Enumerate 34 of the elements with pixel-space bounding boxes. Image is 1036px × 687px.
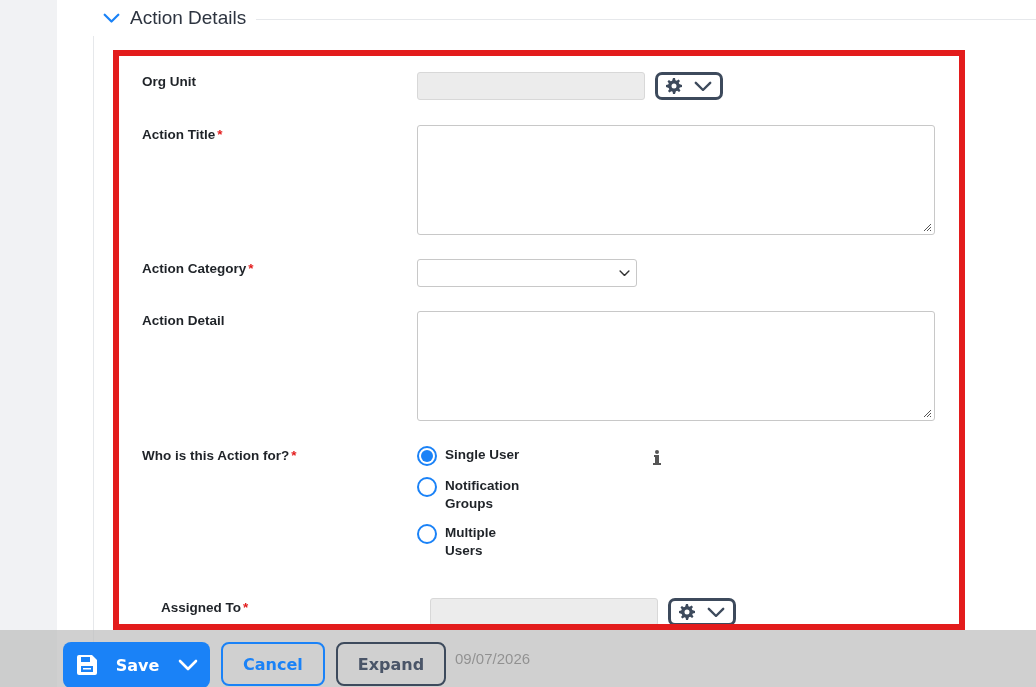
required-asterisk: *: [291, 448, 297, 463]
radio-option[interactable]: Notification Groups: [417, 477, 527, 513]
save-button[interactable]: Save: [63, 642, 210, 687]
field-label: Org Unit: [142, 73, 197, 91]
chevron-down-icon: [178, 659, 198, 671]
settings-dropdown-button[interactable]: [655, 72, 723, 100]
assigned-to-field[interactable]: [430, 598, 658, 626]
org-unit-field[interactable]: [417, 72, 645, 100]
date-value: 09/07/2026: [454, 650, 532, 667]
resize-grip-icon: [923, 223, 931, 231]
info-icon[interactable]: [653, 450, 661, 465]
field-label: Action Category*: [142, 260, 255, 278]
expand-button[interactable]: Expand: [335, 642, 447, 686]
section-title: Action Details: [130, 7, 247, 29]
gear-icon: [679, 604, 695, 620]
radio-option[interactable]: Single User: [417, 446, 527, 466]
required-asterisk: *: [217, 127, 223, 142]
field-label: Action Detail: [142, 312, 226, 330]
field-label: Action Title*: [142, 126, 224, 144]
settings-dropdown-button[interactable]: [668, 598, 736, 626]
radio-button[interactable]: [417, 524, 437, 544]
gear-icon: [666, 78, 682, 94]
required-asterisk: *: [243, 600, 249, 615]
radio-button[interactable]: [417, 477, 437, 497]
field-label: Assigned To*: [160, 599, 250, 617]
chevron-down-icon: [619, 269, 630, 277]
chevron-down-icon: [694, 80, 712, 92]
required-asterisk: *: [248, 261, 254, 276]
chevron-down-icon: [707, 606, 725, 618]
chevron-down-icon: [103, 12, 120, 23]
radio-option[interactable]: Multiple Users: [417, 524, 527, 560]
radio-button[interactable]: [417, 446, 437, 466]
field-label: Who is this Action for?*: [142, 447, 298, 465]
resize-grip-icon: [923, 409, 931, 417]
